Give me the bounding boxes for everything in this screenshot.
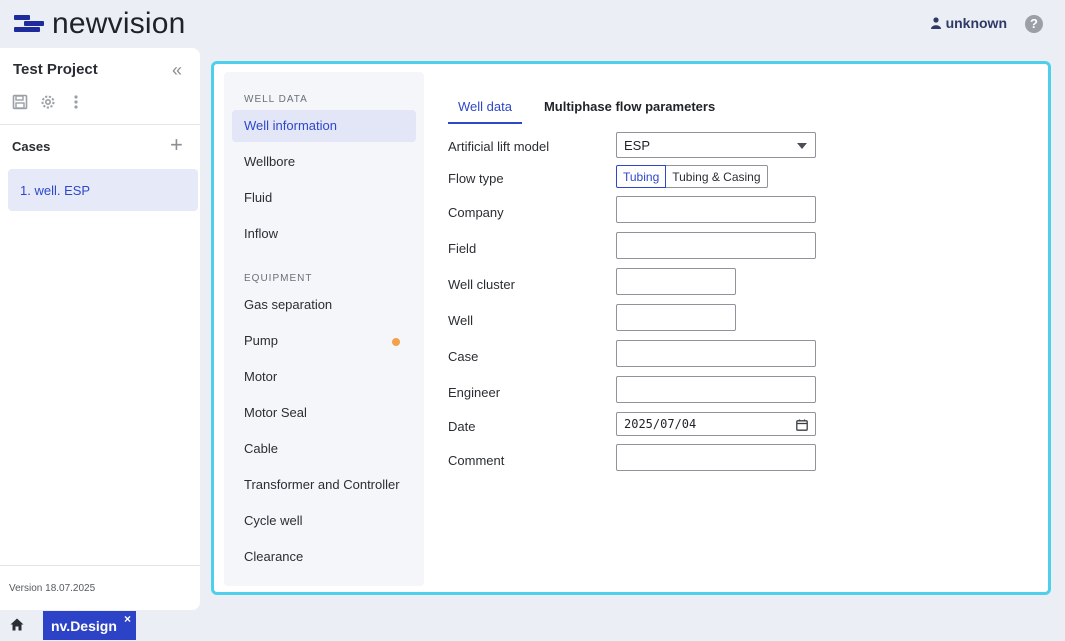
nav-group-equipment: EQUIPMENT — [244, 273, 313, 284]
app-tab-nv-design[interactable]: nv.Design × — [43, 611, 136, 640]
brand-name: newvision — [52, 7, 186, 40]
engineer-field[interactable] — [616, 376, 816, 403]
well-label: Well — [448, 313, 474, 328]
date-field[interactable]: 2025/07/04 — [616, 412, 816, 436]
user-icon — [930, 17, 941, 29]
project-toolbar — [11, 93, 85, 111]
tab-well-data[interactable]: Well data — [448, 96, 522, 124]
app-tab-label: nv.Design — [51, 618, 117, 634]
nav-item-motor-seal[interactable]: Motor Seal — [232, 397, 416, 429]
artificial-lift-label: Artificial lift model — [448, 139, 550, 154]
engineer-label: Engineer — [448, 385, 501, 400]
app-header: newvision unknown ? — [0, 0, 1065, 48]
version-label: Version 18.07.2025 — [9, 583, 96, 594]
project-title: Test Project — [13, 61, 98, 78]
nav-item-cable[interactable]: Cable — [232, 433, 416, 465]
flow-type-tubing[interactable]: Tubing — [616, 165, 667, 188]
brand-logo[interactable]: newvision — [14, 8, 186, 40]
home-icon[interactable] — [10, 618, 24, 636]
nav-item-gas-separation[interactable]: Gas separation — [232, 289, 416, 321]
nav-item-label: Pump — [244, 333, 278, 348]
calendar-icon[interactable] — [796, 419, 808, 431]
collapse-sidebar-icon[interactable]: « — [172, 61, 182, 79]
nav-item-pump[interactable]: Pump — [232, 325, 416, 357]
divider — [0, 565, 200, 566]
form-tabs: Well data Multiphase flow parameters — [448, 96, 737, 124]
artificial-lift-select[interactable]: ESP — [616, 132, 816, 158]
logo-mark-icon — [14, 13, 44, 35]
nav-item-fluid[interactable]: Fluid — [232, 182, 416, 214]
flow-type-toggle: Tubing Tubing & Casing — [616, 165, 768, 188]
flow-type-label: Flow type — [448, 171, 504, 186]
nav-item-transformer-controller[interactable]: Transformer and Controller — [232, 469, 416, 501]
add-case-icon[interactable]: + — [170, 134, 183, 156]
tab-multiphase-flow[interactable]: Multiphase flow parameters — [534, 96, 725, 124]
section-nav: WELL DATA Well information Wellbore Flui… — [224, 72, 424, 586]
date-value: 2025/07/04 — [624, 417, 697, 431]
nav-item-clearance[interactable]: Clearance — [232, 541, 416, 573]
case-field[interactable] — [616, 340, 816, 367]
warning-dot-icon — [392, 338, 400, 346]
nav-item-well-information[interactable]: Well information — [232, 110, 416, 142]
artificial-lift-value: ESP — [624, 138, 651, 153]
nav-item-cycle-well[interactable]: Cycle well — [232, 505, 416, 537]
gear-icon[interactable] — [39, 93, 57, 111]
nav-item-motor[interactable]: Motor — [232, 361, 416, 393]
date-label: Date — [448, 419, 476, 434]
field-label: Field — [448, 241, 477, 256]
well-cluster-field[interactable] — [616, 268, 736, 295]
company-field[interactable] — [616, 196, 816, 223]
nav-group-well-data: WELL DATA — [244, 94, 308, 105]
project-sidebar: Test Project « Cases + 1. well. ESP Vers… — [0, 48, 200, 610]
company-label: Company — [448, 205, 504, 220]
cases-heading: Cases — [12, 139, 51, 154]
well-cluster-label: Well cluster — [448, 277, 515, 292]
comment-label: Comment — [448, 453, 505, 468]
save-icon[interactable] — [11, 93, 29, 111]
more-vertical-icon[interactable] — [67, 93, 85, 111]
comment-field[interactable] — [616, 444, 816, 471]
nav-item-inflow[interactable]: Inflow — [232, 218, 416, 250]
case-label: Case — [448, 349, 479, 364]
user-name: unknown — [945, 15, 1007, 31]
divider — [0, 124, 200, 125]
nav-item-wellbore[interactable]: Wellbore — [232, 146, 416, 178]
chevron-down-icon — [797, 143, 807, 149]
field-field[interactable] — [616, 232, 816, 259]
question-circle-icon[interactable]: ? — [1025, 15, 1043, 33]
well-field[interactable] — [616, 304, 736, 331]
case-item[interactable]: 1. well. ESP — [8, 169, 198, 211]
flow-type-tubing-casing[interactable]: Tubing & Casing — [666, 165, 768, 188]
close-icon[interactable]: × — [124, 612, 131, 626]
user-menu[interactable]: unknown — [930, 15, 1007, 31]
case-editor: WELL DATA Well information Wellbore Flui… — [211, 61, 1051, 595]
